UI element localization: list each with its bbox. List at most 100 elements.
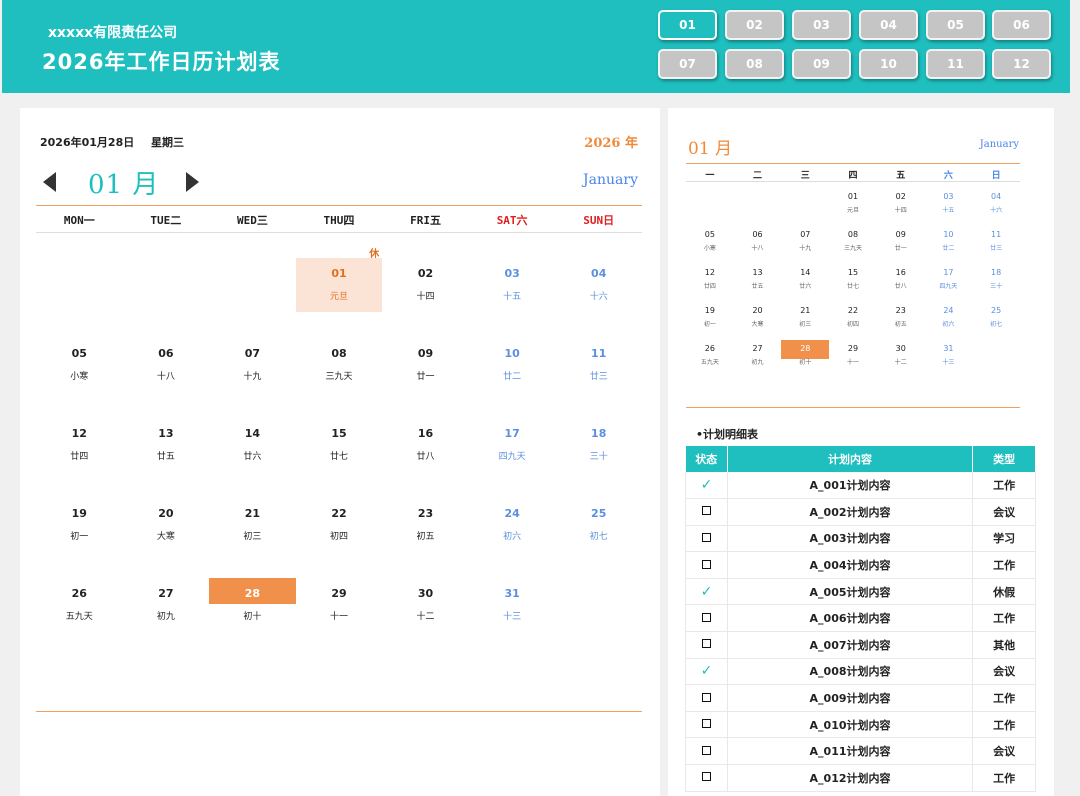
checkbox-empty-icon[interactable] <box>701 559 711 569</box>
day-cell[interactable]: 20 大寒 <box>123 498 210 578</box>
mini-day-cell[interactable]: 03 十五 <box>925 192 973 230</box>
status-cell[interactable]: ✓ <box>685 472 728 500</box>
day-cell[interactable]: 07 十九 <box>209 338 296 418</box>
mini-day-cell[interactable]: 29 十一 <box>829 344 877 382</box>
status-cell[interactable] <box>685 604 728 633</box>
day-cell[interactable]: 05 小寒 <box>36 338 123 418</box>
status-cell[interactable] <box>685 764 728 792</box>
status-cell[interactable] <box>685 525 728 553</box>
mini-day-cell[interactable]: 02 十四 <box>877 192 925 230</box>
mini-day-cell[interactable]: 17 四九天 <box>925 268 973 306</box>
mini-day-cell[interactable]: 22 初四 <box>829 306 877 344</box>
day-cell[interactable]: 11 廿三 <box>555 338 642 418</box>
month-button-06[interactable]: 06 <box>992 10 1051 40</box>
month-button-05[interactable]: 05 <box>926 10 985 40</box>
status-cell[interactable] <box>685 551 728 579</box>
status-cell[interactable] <box>685 737 728 766</box>
checkbox-empty-icon[interactable] <box>701 532 711 542</box>
day-cell[interactable]: 06 十八 <box>123 338 210 418</box>
month-button-08[interactable]: 08 <box>725 49 784 79</box>
day-cell[interactable]: 17 四九天 <box>469 418 556 498</box>
month-button-07[interactable]: 07 <box>658 49 717 79</box>
day-cell[interactable]: 15 廿七 <box>296 418 383 498</box>
mini-day-cell[interactable]: 12 廿四 <box>686 268 734 306</box>
month-button-10[interactable]: 10 <box>859 49 918 79</box>
day-cell[interactable]: 26 五九天 <box>36 578 123 658</box>
day-cell[interactable]: 27 初九 <box>123 578 210 658</box>
mini-day-cell[interactable]: 24 初六 <box>925 306 973 344</box>
checkmark-icon[interactable]: ✓ <box>701 477 713 493</box>
day-cell[interactable]: 18 三十 <box>555 418 642 498</box>
mini-day-cell[interactable]: 01 元旦 <box>829 192 877 230</box>
mini-day-cell[interactable]: 11 廿三 <box>972 230 1020 268</box>
day-cell[interactable]: 29 十一 <box>296 578 383 658</box>
status-cell[interactable] <box>685 684 728 712</box>
day-cell[interactable]: 休 01 元旦 <box>295 249 383 338</box>
mini-day-cell[interactable]: 23 初五 <box>877 306 925 344</box>
checkbox-empty-icon[interactable] <box>701 506 711 516</box>
month-button-09[interactable]: 09 <box>792 49 851 79</box>
mini-day-cell[interactable]: 14 廿六 <box>781 268 829 306</box>
mini-day-cell[interactable]: 31 十三 <box>925 344 973 382</box>
month-button-03[interactable]: 03 <box>792 10 851 40</box>
day-cell[interactable]: 22 初四 <box>296 498 383 578</box>
mini-day-cell[interactable]: 21 初三 <box>781 306 829 344</box>
day-cell[interactable]: 12 廿四 <box>36 418 123 498</box>
checkbox-empty-icon[interactable] <box>701 745 711 755</box>
mini-day-cell[interactable]: 18 三十 <box>972 268 1020 306</box>
day-cell[interactable]: 14 廿六 <box>209 418 296 498</box>
day-cell[interactable]: 10 廿二 <box>469 338 556 418</box>
mini-day-cell[interactable]: 28 初十 <box>781 340 830 382</box>
checkbox-empty-icon[interactable] <box>701 639 711 649</box>
month-button-12[interactable]: 12 <box>992 49 1051 79</box>
mini-day-cell[interactable]: 08 三九天 <box>829 230 877 268</box>
mini-day-cell[interactable]: 30 十二 <box>877 344 925 382</box>
mini-day-cell[interactable]: 06 十八 <box>734 230 782 268</box>
mini-day-cell[interactable]: 27 初九 <box>734 344 782 382</box>
checkbox-empty-icon[interactable] <box>701 772 711 782</box>
mini-day-cell[interactable]: 19 初一 <box>686 306 734 344</box>
mini-day-cell[interactable]: 16 廿八 <box>877 268 925 306</box>
day-cell[interactable]: 16 廿八 <box>382 418 469 498</box>
day-cell[interactable]: 13 廿五 <box>123 418 210 498</box>
next-month-arrow-icon[interactable] <box>186 172 199 192</box>
day-cell[interactable]: 24 初六 <box>469 498 556 578</box>
day-cell[interactable]: 31 十三 <box>469 578 556 658</box>
mini-day-cell[interactable]: 25 初七 <box>972 306 1020 344</box>
day-cell[interactable]: 19 初一 <box>36 498 123 578</box>
mini-day-cell[interactable]: 10 廿二 <box>925 230 973 268</box>
checkbox-empty-icon[interactable] <box>701 612 711 622</box>
status-cell[interactable] <box>685 631 728 659</box>
mini-day-cell[interactable]: 15 廿七 <box>829 268 877 306</box>
day-cell[interactable]: 30 十二 <box>382 578 469 658</box>
mini-day-cell[interactable]: 05 小寒 <box>686 230 734 268</box>
day-cell[interactable]: 02 十四 <box>382 258 469 338</box>
checkbox-empty-icon[interactable] <box>701 692 711 702</box>
day-cell[interactable]: 04 十六 <box>555 258 642 338</box>
day-cell[interactable]: 28 初十 <box>209 578 296 658</box>
checkbox-empty-icon[interactable] <box>701 719 711 729</box>
prev-month-arrow-icon[interactable] <box>43 172 56 192</box>
month-button-01[interactable]: 01 <box>658 10 717 40</box>
mini-day-cell[interactable]: 04 十六 <box>972 192 1020 230</box>
day-cell[interactable]: 08 三九天 <box>296 338 383 418</box>
month-button-02[interactable]: 02 <box>725 10 784 40</box>
month-button-11[interactable]: 11 <box>926 49 985 79</box>
status-cell[interactable]: ✓ <box>685 658 728 686</box>
day-cell[interactable]: 25 初七 <box>555 498 642 578</box>
mini-day-cell[interactable]: 20 大寒 <box>734 306 782 344</box>
mini-day-cell[interactable]: 26 五九天 <box>686 344 734 382</box>
day-cell[interactable]: 09 廿一 <box>382 338 469 418</box>
checkmark-icon[interactable]: ✓ <box>701 663 713 679</box>
day-cell[interactable]: 21 初三 <box>209 498 296 578</box>
checkmark-icon[interactable]: ✓ <box>701 584 713 600</box>
mini-day-cell[interactable]: 09 廿一 <box>877 230 925 268</box>
status-cell[interactable] <box>685 498 728 526</box>
day-cell[interactable]: 23 初五 <box>382 498 469 578</box>
month-button-04[interactable]: 04 <box>859 10 918 40</box>
mini-day-cell[interactable]: 13 廿五 <box>734 268 782 306</box>
day-cell[interactable]: 03 十五 <box>469 258 556 338</box>
status-cell[interactable] <box>685 711 728 739</box>
mini-day-cell[interactable]: 07 十九 <box>781 230 829 268</box>
status-cell[interactable]: ✓ <box>685 578 728 606</box>
